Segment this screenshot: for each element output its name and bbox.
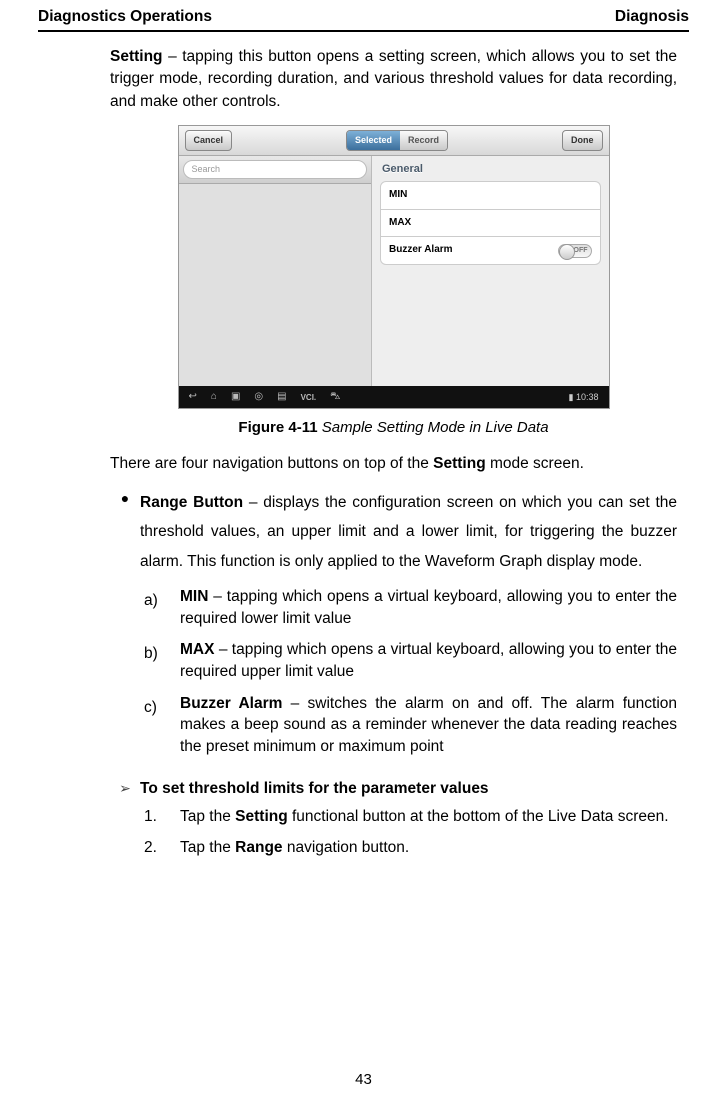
step-2: Tap the Range navigation button. <box>180 837 677 859</box>
group-header-general: General <box>372 156 609 181</box>
step-1-post: functional button at the bottom of the L… <box>288 808 669 825</box>
intro-text: – tapping this button opens a setting sc… <box>110 48 677 110</box>
procedure-heading: To set threshold limits for the paramete… <box>140 778 677 800</box>
sub-c-bold: Buzzer Alarm <box>180 695 282 712</box>
figure-caption: Figure 4-11 Sample Setting Mode in Live … <box>110 417 677 439</box>
row-buzzer-label: Buzzer Alarm <box>389 243 453 258</box>
after-fig-pre: There are four navigation buttons on top… <box>110 455 433 472</box>
seg-selected[interactable]: Selected <box>347 131 400 150</box>
after-figure-paragraph: There are four navigation buttons on top… <box>110 453 677 475</box>
after-fig-bold: Setting <box>433 455 486 472</box>
range-bullet-text-b: . This function is only applied to the W… <box>179 553 643 570</box>
recent-icon[interactable]: ▣ <box>231 390 240 405</box>
sub-b-mark: b) <box>140 639 180 682</box>
sub-b-text: – tapping which opens a virtual keyboard… <box>180 641 677 680</box>
sub-a-text: – tapping which opens a virtual keyboard… <box>180 588 677 627</box>
step-2-pre: Tap the <box>180 839 235 856</box>
step-2-bold: Range <box>235 839 282 856</box>
sub-a-bold: MIN <box>180 588 208 605</box>
search-input[interactable]: Search <box>183 160 368 179</box>
vci-icon[interactable]: VCI. <box>301 392 317 404</box>
app-icon[interactable]: ▤ <box>277 390 286 405</box>
step-2-mark: 2. <box>140 837 180 859</box>
figure-title: Sample Setting Mode in Live Data <box>318 419 549 436</box>
step-1-bold: Setting <box>235 808 288 825</box>
step-1: Tap the Setting functional button at the… <box>180 806 677 828</box>
done-button[interactable]: Done <box>562 130 603 151</box>
page-number: 43 <box>0 1071 727 1088</box>
sub-c-mark: c) <box>140 693 180 758</box>
sub-a-mark: a) <box>140 586 180 629</box>
intro-paragraph: Setting – tapping this button opens a se… <box>110 46 677 113</box>
sub-c: Buzzer Alarm – switches the alarm on and… <box>180 693 677 758</box>
intro-bold: Setting <box>110 48 163 65</box>
buzzer-toggle[interactable]: OFF <box>558 244 592 258</box>
back-icon[interactable]: ↩ <box>189 390 197 405</box>
header-right: Diagnosis <box>615 8 689 26</box>
arrow-icon: ➢ <box>110 778 140 867</box>
step-2-post: navigation button. <box>283 839 410 856</box>
status-bar-time: ▮ 10:38 <box>569 391 599 404</box>
screenshot-icon[interactable]: ◎ <box>254 390 263 405</box>
seg-record[interactable]: Record <box>400 131 447 150</box>
row-max-label: MAX <box>389 216 411 231</box>
mode-segmented-control[interactable]: Selected Record <box>346 130 448 151</box>
row-min-label: MIN <box>389 188 407 203</box>
bullet-dot: ● <box>110 488 140 768</box>
home-icon[interactable]: ⌂ <box>211 390 217 405</box>
range-bullet: Range Button – displays the configuratio… <box>140 488 677 768</box>
sub-b: MAX – tapping which opens a virtual keyb… <box>180 639 677 682</box>
sample-screenshot: Cancel Selected Record Done Search Gener… <box>178 125 610 409</box>
after-fig-post: mode screen. <box>486 455 584 472</box>
step-1-pre: Tap the <box>180 808 235 825</box>
header-rule <box>38 30 689 32</box>
range-bullet-bold: Range Button <box>140 494 243 511</box>
row-min[interactable]: MIN <box>380 181 601 210</box>
sub-a: MIN – tapping which opens a virtual keyb… <box>180 586 677 629</box>
step-1-mark: 1. <box>140 806 180 828</box>
header-left: Diagnostics Operations <box>38 8 212 26</box>
car-icon[interactable]: ⛍ <box>330 390 340 405</box>
figure-label: Figure 4-11 <box>238 419 317 436</box>
cancel-button[interactable]: Cancel <box>185 130 233 151</box>
row-max[interactable]: MAX <box>380 210 601 238</box>
sub-b-bold: MAX <box>180 641 214 658</box>
row-buzzer[interactable]: Buzzer Alarm OFF <box>380 237 601 265</box>
